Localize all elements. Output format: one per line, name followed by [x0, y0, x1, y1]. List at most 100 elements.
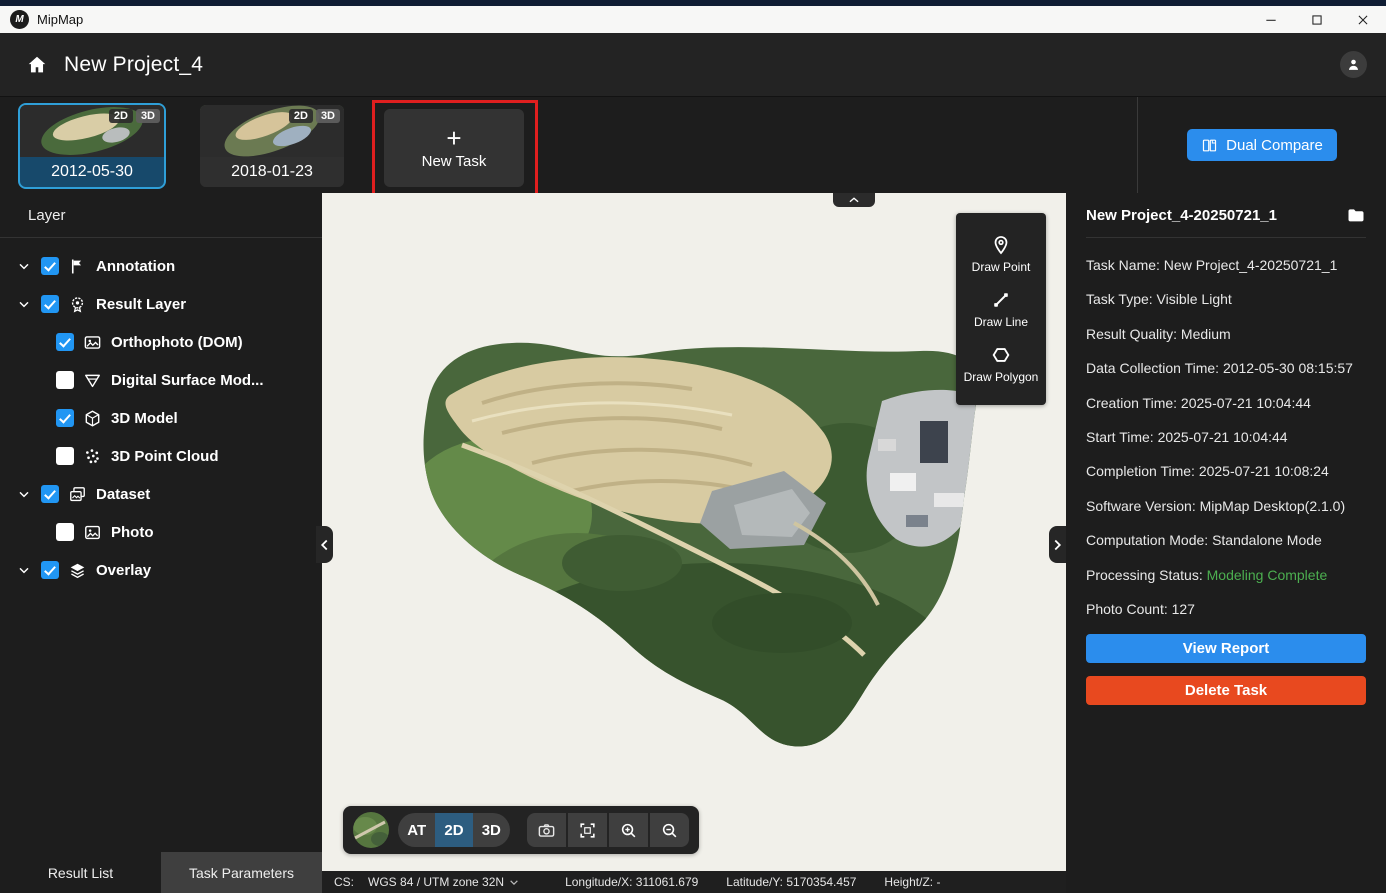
- tab-task-parameters[interactable]: Task Parameters: [161, 852, 322, 893]
- hexagon-icon: [990, 344, 1012, 366]
- new-task-highlight: + New Task: [372, 100, 538, 196]
- map-viewport[interactable]: Draw Point Draw Line Draw Polygon AT 2D …: [322, 193, 1066, 871]
- chevron-down-icon[interactable]: [16, 562, 32, 578]
- task-card-2018[interactable]: 2D 3D 2018-01-23: [200, 105, 344, 187]
- fit-view-button[interactable]: [568, 813, 607, 847]
- view-mode-2d[interactable]: 2D: [435, 813, 472, 847]
- tree-item-dataset[interactable]: Dataset: [0, 475, 322, 513]
- screenshot-button[interactable]: [527, 813, 566, 847]
- badge-3d[interactable]: 3D: [316, 109, 340, 123]
- task-parameters-panel: New Project_4-20250721_1 Task Name: New …: [1066, 193, 1386, 893]
- tree-item-photo[interactable]: Photo: [0, 513, 322, 551]
- checkbox[interactable]: [56, 333, 74, 351]
- tree-item-3d-model[interactable]: 3D Model: [0, 399, 322, 437]
- page-title: New Project_4: [64, 53, 203, 77]
- tree-item-label: Orthophoto (DOM): [111, 334, 243, 351]
- tree-item-label: 3D Point Cloud: [111, 448, 219, 465]
- badge-3d[interactable]: 3D: [136, 109, 160, 123]
- map-icon-buttons: [527, 813, 689, 847]
- layer-panel-title: Layer: [0, 193, 322, 238]
- task-date: 2018-01-23: [200, 157, 344, 187]
- checkbox[interactable]: [41, 561, 59, 579]
- checkbox[interactable]: [56, 523, 74, 541]
- strip-divider: [1137, 97, 1138, 194]
- creation-time-field: Creation Time: 2025-07-21 10:04:44: [1086, 394, 1366, 413]
- new-task-button[interactable]: + New Task: [384, 109, 524, 187]
- checkbox[interactable]: [56, 447, 74, 465]
- image-icon: [83, 333, 102, 352]
- processing-status-label: Processing Status:: [1086, 567, 1207, 583]
- task-card-2012[interactable]: 2D 3D 2012-05-30: [20, 105, 164, 187]
- camera-icon: [537, 821, 556, 840]
- chevron-down-icon[interactable]: [16, 296, 32, 312]
- task-name-field: Task Name: New Project_4-20250721_1: [1086, 256, 1366, 275]
- view-mode-switch: AT 2D 3D: [398, 813, 510, 847]
- photo-count-field: Photo Count: 127: [1086, 600, 1366, 619]
- chevron-left-icon: [320, 539, 329, 551]
- basemap-thumbnail[interactable]: [353, 812, 389, 848]
- close-button[interactable]: [1340, 6, 1386, 33]
- tree-item-label: Digital Surface Mod...: [111, 372, 264, 389]
- collapse-right-panel-button[interactable]: [1049, 526, 1066, 563]
- zoom-in-button[interactable]: [609, 813, 648, 847]
- task-strip: 2D 3D 2012-05-30 2D 3D 2018-01-23 + New …: [0, 96, 1386, 193]
- collapse-top-panel-button[interactable]: [833, 193, 875, 207]
- minimize-icon: [1264, 13, 1278, 27]
- draw-point-button[interactable]: Draw Point: [972, 234, 1031, 274]
- tree-item-result-layer[interactable]: Result Layer: [0, 285, 322, 323]
- collapse-left-panel-button[interactable]: [316, 526, 333, 563]
- chevron-down-icon[interactable]: [16, 258, 32, 274]
- tree-item-3d-point-cloud[interactable]: 3D Point Cloud: [0, 437, 322, 475]
- dual-compare-icon: [1201, 137, 1218, 154]
- result-quality-field: Result Quality: Medium: [1086, 325, 1366, 344]
- close-icon: [1356, 13, 1370, 27]
- orthophoto-layer: [322, 193, 1066, 871]
- window-titlebar: M MipMap: [0, 6, 1386, 33]
- app-logo-icon: M: [10, 10, 29, 29]
- map-pin-icon: [990, 234, 1012, 256]
- tree-item-overlay[interactable]: Overlay: [0, 551, 322, 589]
- minimize-button[interactable]: [1248, 6, 1294, 33]
- tab-result-list[interactable]: Result List: [0, 852, 161, 893]
- view-mode-3d[interactable]: 3D: [473, 813, 510, 847]
- view-report-button[interactable]: View Report: [1086, 634, 1366, 663]
- fit-view-icon: [578, 821, 597, 840]
- chevron-down-icon[interactable]: [16, 486, 32, 502]
- tree-item-label: Overlay: [96, 562, 151, 579]
- draw-polygon-label: Draw Polygon: [964, 370, 1039, 384]
- data-collection-time-field: Data Collection Time: 2012-05-30 08:15:5…: [1086, 359, 1366, 378]
- software-version-field: Software Version: MipMap Desktop(2.1.0): [1086, 497, 1366, 516]
- tree-item-annotation[interactable]: Annotation: [0, 247, 322, 285]
- draw-line-button[interactable]: Draw Line: [974, 289, 1028, 329]
- point-cloud-icon: [83, 447, 102, 466]
- map-toolbar: AT 2D 3D: [343, 806, 699, 854]
- plus-icon: +: [446, 127, 461, 149]
- tree-item-orthophoto[interactable]: Orthophoto (DOM): [0, 323, 322, 361]
- chevron-down-icon: [509, 879, 519, 886]
- badge-2d[interactable]: 2D: [109, 109, 133, 123]
- task-type-field: Task Type: Visible Light: [1086, 290, 1366, 309]
- tree-item-label: Result Layer: [96, 296, 186, 313]
- badge-2d[interactable]: 2D: [289, 109, 313, 123]
- window-title: MipMap: [37, 12, 83, 27]
- tree-item-label: Dataset: [96, 486, 150, 503]
- folder-icon[interactable]: [1346, 205, 1366, 225]
- checkbox[interactable]: [41, 485, 59, 503]
- checkbox[interactable]: [56, 409, 74, 427]
- checkbox[interactable]: [41, 295, 59, 313]
- dual-compare-button[interactable]: Dual Compare: [1187, 129, 1337, 161]
- checkbox[interactable]: [56, 371, 74, 389]
- home-button[interactable]: [26, 54, 48, 76]
- view-mode-at[interactable]: AT: [398, 813, 435, 847]
- delete-task-button[interactable]: Delete Task: [1086, 676, 1366, 705]
- maximize-button[interactable]: [1294, 6, 1340, 33]
- flag-icon: [68, 257, 87, 276]
- user-avatar[interactable]: [1340, 51, 1367, 78]
- tree-item-label: Photo: [111, 524, 154, 541]
- checkbox[interactable]: [41, 257, 59, 275]
- tree-item-dsm[interactable]: Digital Surface Mod...: [0, 361, 322, 399]
- zoom-out-button[interactable]: [650, 813, 689, 847]
- draw-polygon-button[interactable]: Draw Polygon: [964, 344, 1039, 384]
- cs-selector[interactable]: WGS 84 / UTM zone 32N: [368, 875, 519, 889]
- draw-line-label: Draw Line: [974, 315, 1028, 329]
